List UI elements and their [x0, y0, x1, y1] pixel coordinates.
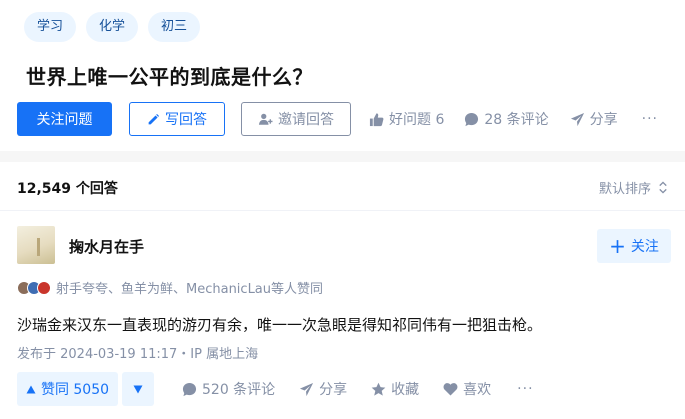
author-name[interactable]: 掬水月在手 [69, 236, 144, 257]
answer-comments-label: 520 条评论 [202, 382, 276, 398]
sort-arrows-icon [658, 181, 668, 194]
voters-summary[interactable]: 射手夸夸、鱼羊为鲜、MechanicLau等人赞同 [17, 278, 323, 297]
question-actions: 关注问题 写回答 邀请回答 好问题 6 28 条评论 分享 ··· [17, 102, 658, 136]
question-title[interactable]: 世界上唯一公平的到底是什么？ [26, 61, 313, 90]
answer-time[interactable]: 发布于 2024-03-19 11:17・IP 属地上海 [17, 343, 258, 362]
answer-list: 12,549 个回答 默认排序 掬水月在手 + 关注 射手夸夸、鱼羊为鲜、Mec… [0, 162, 685, 419]
answer-content[interactable]: 沙瑞金来汉东一直表现的游刃有余，唯一一次急眼是得知祁同伟有一把狙击枪。 [17, 314, 542, 335]
invite-answer-button[interactable]: 邀请回答 [241, 102, 351, 136]
answer-list-header: 12,549 个回答 默认排序 [0, 162, 685, 211]
share-icon [299, 382, 314, 397]
plus-icon: + [609, 234, 626, 258]
share-icon [570, 112, 585, 127]
question-comments-label: 28 条评论 [484, 112, 549, 128]
comment-icon [182, 382, 197, 397]
topic-tag[interactable]: 初三 [148, 12, 201, 42]
topic-tag[interactable]: 化学 [86, 12, 139, 42]
star-icon [371, 382, 386, 397]
add-user-icon [258, 112, 273, 126]
follow-author-button[interactable]: + 关注 [597, 229, 671, 263]
follow-question-button[interactable]: 关注问题 [17, 102, 112, 136]
thumbs-up-icon [369, 112, 384, 127]
heart-icon [443, 382, 458, 396]
answer-share-button[interactable]: 分享 [299, 379, 347, 399]
good-question-label: 好问题 6 [389, 112, 445, 128]
like-label: 喜欢 [463, 382, 492, 398]
question-comments-button[interactable]: 28 条评论 [464, 109, 549, 129]
sort-label: 默认排序 [598, 182, 651, 197]
answer-comments-button[interactable]: 520 条评论 [182, 379, 275, 399]
follow-author-label: 关注 [630, 239, 659, 255]
question-share-label: 分享 [589, 112, 618, 128]
triangle-up-icon [26, 385, 36, 394]
write-answer-label: 写回答 [165, 112, 207, 128]
avatar[interactable] [17, 226, 55, 264]
good-question-button[interactable]: 好问题 6 [369, 109, 444, 129]
collect-button[interactable]: 收藏 [371, 379, 419, 399]
triangle-down-icon [133, 385, 143, 394]
invite-answer-label: 邀请回答 [278, 112, 334, 128]
vote-up-label: 赞同 5050 [40, 382, 110, 398]
voters-text: 射手夸夸、鱼羊为鲜、MechanicLau等人赞同 [56, 282, 324, 297]
pen-icon [147, 113, 160, 126]
topic-tag[interactable]: 学习 [24, 12, 77, 42]
answer-more-button[interactable]: ··· [517, 381, 533, 397]
topic-list: 学习 化学 初三 [24, 12, 201, 42]
question-more-button[interactable]: ··· [642, 111, 658, 127]
answer-actions: 赞同 5050 520 条评论 分享 收藏 喜欢 ··· [17, 372, 534, 406]
answer-share-label: 分享 [319, 382, 348, 398]
answer-count: 12,549 个回答 [17, 181, 118, 197]
like-button[interactable]: 喜欢 [443, 379, 491, 399]
collect-label: 收藏 [391, 382, 420, 398]
comment-icon [464, 112, 479, 127]
vote-up-button[interactable]: 赞同 5050 [17, 372, 118, 406]
voter-avatars [17, 280, 51, 295]
voter-avatar [37, 280, 51, 295]
write-answer-button[interactable]: 写回答 [129, 102, 225, 136]
vote-down-button[interactable] [122, 372, 154, 406]
question-share-button[interactable]: 分享 [570, 109, 618, 129]
question-header: 学习 化学 初三 世界上唯一公平的到底是什么？ 关注问题 写回答 邀请回答 好问… [0, 0, 685, 151]
sort-dropdown[interactable]: 默认排序 [599, 178, 668, 197]
